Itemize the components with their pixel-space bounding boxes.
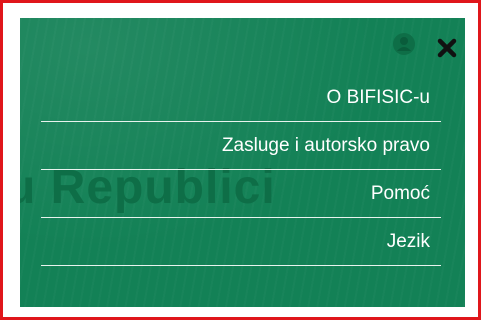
highlight-frame: u Republici O BIFISIC-u Zasluge i autors… <box>0 0 481 320</box>
menu-list: O BIFISIC-u Zasluge i autorsko pravo Pom… <box>41 74 441 266</box>
menu-item-help[interactable]: Pomoć <box>41 170 441 218</box>
menu-item-language[interactable]: Jezik <box>41 218 441 266</box>
close-icon <box>437 38 457 58</box>
close-button[interactable] <box>437 38 457 58</box>
menu-panel: u Republici O BIFISIC-u Zasluge i autors… <box>20 18 465 307</box>
menu-item-about[interactable]: O BIFISIC-u <box>41 74 441 122</box>
menu-item-credits[interactable]: Zasluge i autorsko pravo <box>41 122 441 170</box>
user-icon <box>393 33 415 55</box>
